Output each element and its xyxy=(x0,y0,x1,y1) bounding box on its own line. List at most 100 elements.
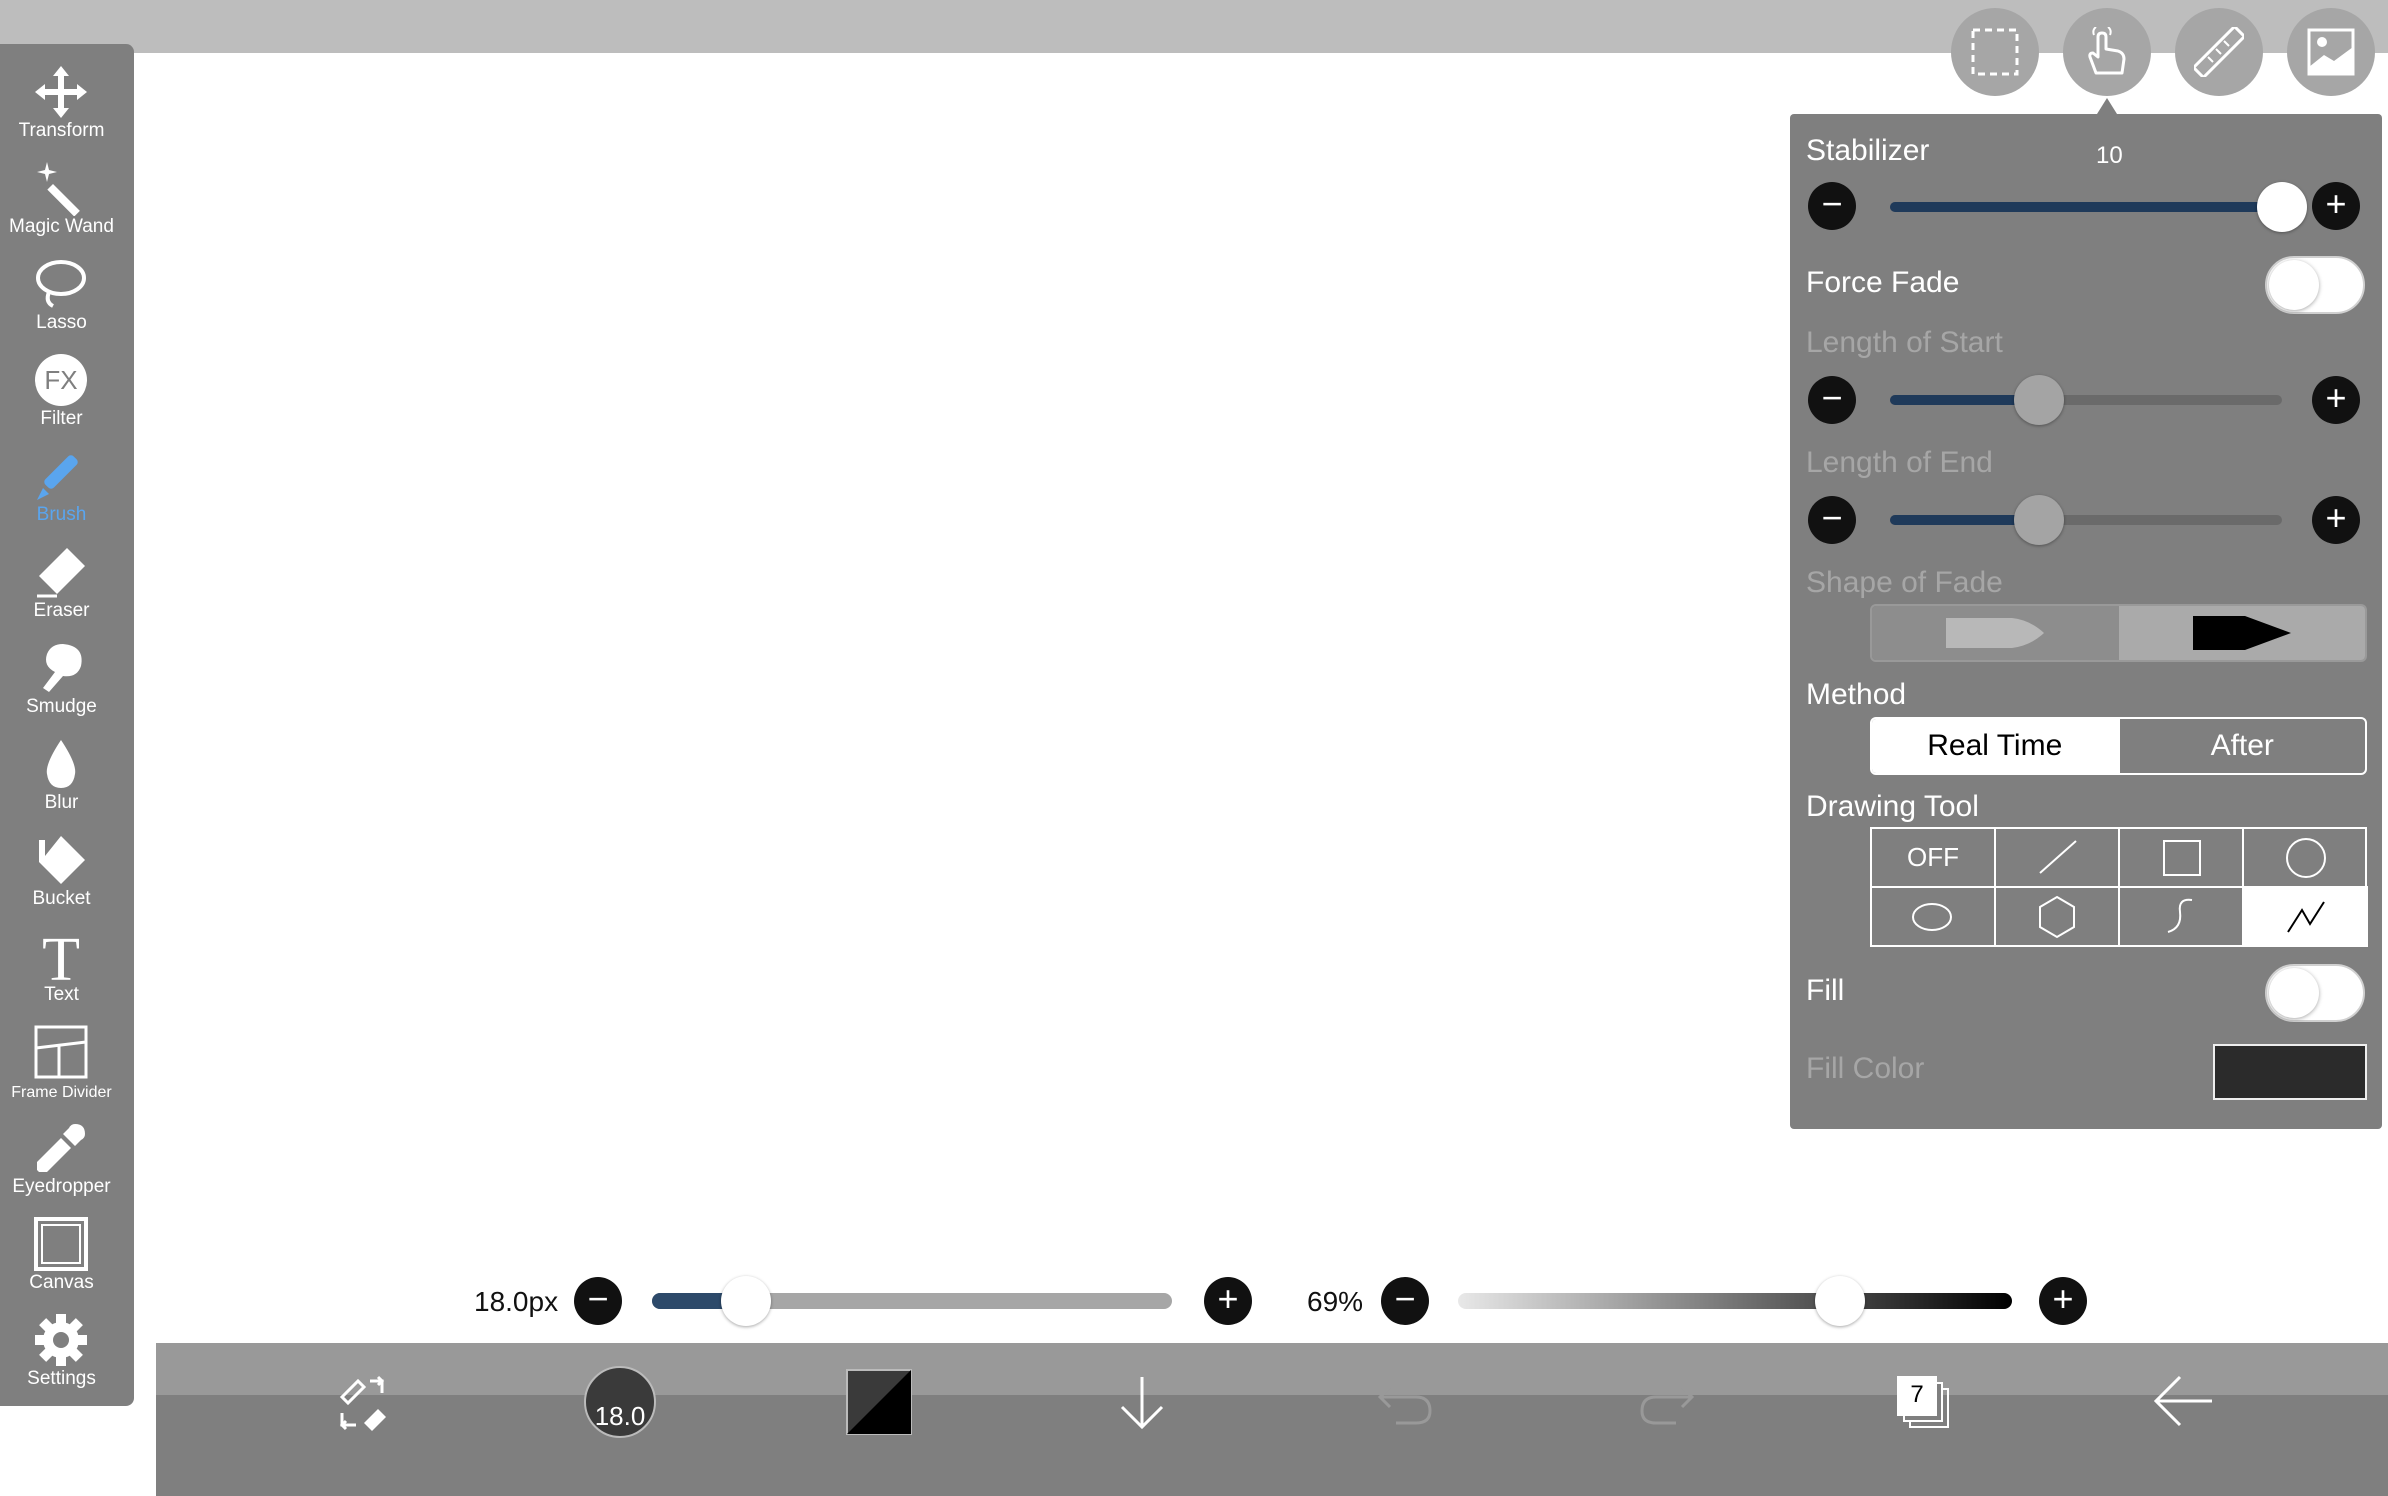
brush-size-plus-button[interactable]: + xyxy=(1204,1277,1252,1325)
tool-label-lasso: Lasso xyxy=(36,312,87,333)
stabilizer-slider[interactable] xyxy=(1890,202,2282,212)
length-of-start-minus-button[interactable]: − xyxy=(1808,376,1856,424)
shape-of-fade-label: Shape of Fade xyxy=(1806,566,2003,599)
tool-label-transform: Transform xyxy=(18,120,105,141)
selection-button[interactable] xyxy=(1951,8,2039,96)
opacity-knob[interactable] xyxy=(1815,1276,1865,1326)
tool-lasso[interactable]: Lasso xyxy=(0,250,123,346)
magic-wand-icon xyxy=(37,162,80,216)
rectangle-icon xyxy=(2163,840,2201,876)
opacity-minus-button[interactable]: − xyxy=(1381,1277,1429,1325)
stabilizer-fill xyxy=(1890,202,2282,212)
stabilizer-minus-button[interactable]: − xyxy=(1808,182,1856,230)
panel-pointer xyxy=(2097,98,2117,114)
download-arrow-icon[interactable] xyxy=(1114,1373,1170,1433)
layers-count: 7 xyxy=(1910,1381,1924,1408)
gear-icon xyxy=(35,1314,87,1366)
length-of-start-plus-button[interactable]: + xyxy=(2312,376,2360,424)
ruler-icon xyxy=(2194,27,2244,77)
drawing-tool-polygon[interactable] xyxy=(1996,888,2120,947)
fill-color-swatch[interactable] xyxy=(2213,1044,2367,1100)
move-arrows-icon xyxy=(35,66,87,118)
ellipse-icon xyxy=(1912,903,1952,931)
tool-smudge[interactable]: Smudge xyxy=(0,634,123,730)
length-of-start-knob[interactable] xyxy=(2014,375,2064,425)
eyedropper-icon xyxy=(37,1124,85,1172)
hand-touch-icon xyxy=(2088,27,2126,75)
brush-icon xyxy=(37,455,78,500)
opacity-plus-button[interactable]: + xyxy=(2039,1277,2087,1325)
hand-button[interactable] xyxy=(2063,8,2151,96)
tool-eyedropper[interactable]: Eyedropper xyxy=(0,1114,123,1210)
undo-icon[interactable] xyxy=(1376,1379,1436,1429)
tool-settings[interactable]: Settings xyxy=(0,1306,123,1402)
material-button[interactable] xyxy=(2287,8,2375,96)
tool-canvas[interactable]: Canvas xyxy=(0,1210,123,1306)
tool-transform[interactable]: Transform xyxy=(0,58,123,154)
tool-blur[interactable]: Blur xyxy=(0,730,123,826)
tool-label-blur: Blur xyxy=(44,792,79,813)
method-after-option[interactable]: After xyxy=(2117,719,2366,773)
length-of-start-slider[interactable] xyxy=(1890,395,2282,405)
tool-label-brush: Brush xyxy=(36,504,87,525)
force-fade-toggle[interactable] xyxy=(2265,256,2365,314)
smudge-icon xyxy=(43,644,82,692)
tool-label-eraser: Eraser xyxy=(33,600,90,621)
stabilizer-knob[interactable] xyxy=(2257,182,2307,232)
tool-label-eyedropper: Eyedropper xyxy=(12,1176,111,1197)
method-real-time-option[interactable]: Real Time xyxy=(1872,719,2118,773)
length-of-end-minus-button[interactable]: − xyxy=(1808,496,1856,544)
tool-frame-divider[interactable]: Frame Divider xyxy=(0,1018,123,1114)
tool-label-settings: Settings xyxy=(27,1368,96,1389)
brush-size-knob[interactable] xyxy=(721,1276,771,1326)
brush-size-label: 18.0px xyxy=(474,1286,559,1317)
drawing-tool-ellipse[interactable] xyxy=(1872,888,1996,947)
method-label: Method xyxy=(1806,678,1907,711)
hexagon-icon xyxy=(2039,895,2075,939)
drawing-tool-curve[interactable] xyxy=(2120,888,2244,947)
drawing-tool-polyline[interactable] xyxy=(2244,888,2368,947)
tool-filter[interactable]: FX Filter xyxy=(0,346,123,442)
length-of-end-label: Length of End xyxy=(1806,446,1993,479)
brush-size-minus-button[interactable]: − xyxy=(574,1277,622,1325)
tool-label-text: Text xyxy=(44,984,79,1005)
polyline-icon xyxy=(2287,901,2325,933)
eraser-icon xyxy=(37,548,85,598)
ruler-button[interactable] xyxy=(2175,8,2263,96)
length-of-end-plus-button[interactable]: + xyxy=(2312,496,2360,544)
length-of-end-slider[interactable] xyxy=(1890,515,2282,525)
fill-toggle[interactable] xyxy=(2265,964,2365,1022)
brush-eraser-swap-icon[interactable] xyxy=(332,1373,392,1433)
bucket-icon xyxy=(39,836,85,884)
color-swatch-button[interactable] xyxy=(846,1369,912,1435)
curve-icon xyxy=(2167,898,2193,933)
drawing-tool-rectangle[interactable] xyxy=(2120,829,2244,888)
tool-sidebar: Transform Magic Wand Lasso FX Filter Bru… xyxy=(0,44,134,1406)
tool-brush[interactable]: Brush xyxy=(0,442,123,538)
fade-shape-pointed-option[interactable] xyxy=(2118,606,2365,660)
tool-label-magic-wand: Magic Wand xyxy=(9,216,114,237)
drop-icon xyxy=(46,740,76,788)
drawing-tool-circle[interactable] xyxy=(2244,829,2368,888)
tool-eraser[interactable]: Eraser xyxy=(0,538,123,634)
line-icon xyxy=(2039,840,2077,874)
image-icon xyxy=(2307,28,2355,76)
tool-bucket[interactable]: Bucket xyxy=(0,826,123,922)
tool-text[interactable]: T Text xyxy=(0,922,123,1018)
fade-shape-tapered-option[interactable] xyxy=(1872,606,2119,660)
drawing-tool-off[interactable]: OFF xyxy=(1872,829,1996,888)
length-of-start-label: Length of Start xyxy=(1806,326,2003,359)
drawing-tool-line[interactable] xyxy=(1996,829,2120,888)
tool-magic-wand[interactable]: Magic Wand xyxy=(0,154,123,250)
brush-preview-button[interactable]: 18.0 xyxy=(584,1366,656,1438)
opacity-slider[interactable] xyxy=(1458,1293,2012,1309)
length-of-end-knob[interactable] xyxy=(2014,495,2064,545)
layers-button[interactable]: 7 xyxy=(1892,1371,1952,1431)
stabilizer-plus-button[interactable]: + xyxy=(2312,182,2360,230)
redo-icon[interactable] xyxy=(1636,1379,1696,1429)
canvas-icon xyxy=(34,1217,88,1271)
brush-preview-size: 18.0 xyxy=(594,1401,646,1431)
tool-label-frame-divider: Frame Divider xyxy=(11,1084,112,1101)
fx-filter-icon: FX xyxy=(35,354,87,406)
back-arrow-icon[interactable] xyxy=(2152,1373,2216,1429)
